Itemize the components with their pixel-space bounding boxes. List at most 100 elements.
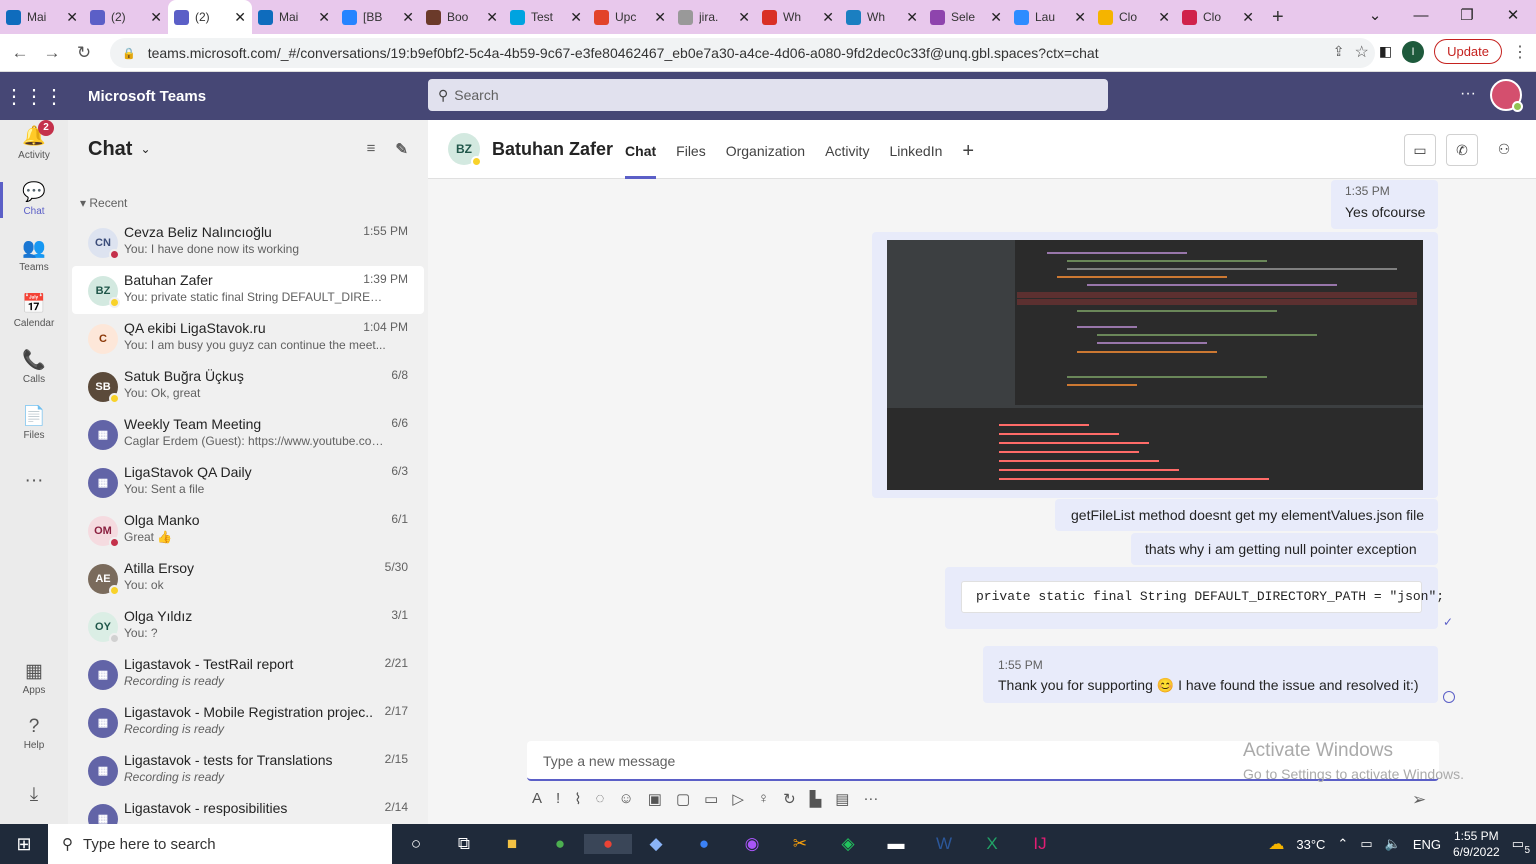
browser-menu-icon[interactable]: ⋮ (1512, 42, 1528, 62)
people-icon[interactable]: ⚇ (1488, 134, 1520, 166)
browser-tab[interactable]: Clo ✕ (1092, 0, 1176, 34)
chat-list-item[interactable]: BZ Batuhan Zafer You: private static final… (72, 266, 424, 314)
close-tab-icon[interactable]: ✕ (66, 9, 78, 26)
chat-list-item[interactable]: ▦ Ligastavok - TestRail report Recording i… (72, 650, 424, 698)
message-bubble[interactable]: 1:55 PM Thank you for supporting 😊 I hav… (983, 646, 1438, 703)
browser-tab[interactable]: [BB ✕ (336, 0, 420, 34)
browser-tab[interactable]: (2) ✕ (168, 0, 252, 34)
code-screenshot-image[interactable] (887, 240, 1423, 490)
close-tab-icon[interactable]: ✕ (654, 9, 666, 26)
chat-list-item[interactable]: ▦ Ligastavok - tests for Translations Reco… (72, 746, 424, 794)
gif-icon[interactable]: ▣ (648, 790, 662, 808)
tab-files[interactable]: Files (676, 120, 706, 179)
chat-list-item[interactable]: OM Olga Manko Great 👍 6/1 (72, 506, 424, 554)
notification-icon[interactable]: ▭ 5 (1512, 836, 1530, 856)
taskbar-search-input[interactable]: ⚲ Type here to search (48, 824, 392, 864)
emoji-icon[interactable]: ☺ (618, 790, 633, 808)
browser-tab[interactable]: Mai ✕ (0, 0, 84, 34)
update-button[interactable]: Update (1434, 39, 1502, 64)
chrome-icon[interactable]: ● (536, 834, 584, 854)
meet-now-icon[interactable]: ▭ (704, 790, 718, 808)
rail-item-apps[interactable]: ▦ Apps (0, 660, 68, 696)
browser-tab[interactable]: Mai ✕ (252, 0, 336, 34)
browser-tab[interactable]: Wh ✕ (840, 0, 924, 34)
new-chat-icon[interactable]: ✎ (395, 140, 408, 158)
share-icon[interactable]: ⇪ (1333, 43, 1345, 60)
format-icon[interactable]: A (532, 790, 542, 808)
code-message-bubble[interactable]: private static final String DEFAULT_DIRE… (945, 567, 1444, 629)
approvals-icon[interactable]: ▙ (810, 790, 822, 808)
rail-item-files[interactable]: 📄 Files (0, 404, 68, 441)
close-tab-icon[interactable]: ✕ (318, 9, 330, 26)
back-icon[interactable]: ← (4, 43, 36, 63)
forward-icon[interactable]: → (36, 43, 68, 63)
browser-tab[interactable]: jira. ✕ (672, 0, 756, 34)
terminal-icon[interactable]: ▬ (872, 834, 920, 854)
chat-list-item[interactable]: ▦ Ligastavok - resposibilities 2/14 (72, 794, 424, 824)
chrome-active-icon[interactable]: ● (584, 834, 632, 854)
close-tab-icon[interactable]: ✕ (1158, 9, 1170, 26)
clock[interactable]: 1:55 PM 6/9/2022 (1453, 828, 1500, 860)
tray-chevron-icon[interactable]: ⌃ (1337, 836, 1348, 852)
rail-item-calls[interactable]: 📞 Calls (0, 348, 68, 385)
attach-icon[interactable]: ⌇ (574, 790, 581, 808)
message-bubble[interactable]: getFileList method doesnt get my element… (1055, 499, 1438, 531)
star-icon[interactable]: ☆ (1355, 42, 1369, 62)
sticker-icon[interactable]: ▢ (676, 790, 690, 808)
more-options-icon[interactable]: ··· (1460, 85, 1476, 103)
more-actions-icon[interactable]: ··· (863, 790, 878, 808)
chat-list-title[interactable]: Chat (88, 138, 132, 161)
rail-item-help[interactable]: ? Help (0, 716, 68, 751)
search-input[interactable]: ⚲ Search (428, 79, 1108, 111)
close-tab-icon[interactable]: ✕ (822, 9, 834, 26)
chat-list-item[interactable]: CN Cevza Beliz Nalıncıoğlu You: I have don… (72, 218, 424, 266)
loop-icon[interactable]: ◌ (596, 790, 605, 808)
contact-avatar[interactable]: BZ (448, 133, 482, 167)
snip-icon[interactable]: ✂ (776, 834, 824, 854)
user-avatar[interactable] (1490, 79, 1523, 112)
recent-section-header[interactable]: ▾ Recent (68, 178, 428, 218)
browser-tab[interactable]: Wh ✕ (756, 0, 840, 34)
url-field[interactable]: 🔒 teams.microsoft.com/_#/conversations/1… (110, 38, 1375, 68)
profile-avatar[interactable]: I (1402, 40, 1425, 63)
browser-tab[interactable]: Boo ✕ (420, 0, 504, 34)
forms-icon[interactable]: ▤ (835, 790, 849, 808)
tab-linkedin[interactable]: LinkedIn (889, 120, 942, 179)
tab-search-icon[interactable]: ⌄ (1352, 0, 1398, 34)
chevron-down-icon[interactable]: ⌄ (140, 142, 150, 156)
tab-chat[interactable]: Chat (625, 120, 657, 179)
sidepanel-icon[interactable]: ◧ (1379, 43, 1392, 60)
tab-activity[interactable]: Activity (825, 120, 869, 179)
close-tab-icon[interactable]: ✕ (402, 9, 414, 26)
cortana-icon[interactable]: ○ (392, 834, 440, 854)
close-tab-icon[interactable]: ✕ (486, 9, 498, 26)
reload-icon[interactable]: ↻ (68, 43, 100, 63)
edge-icon[interactable]: ● (680, 834, 728, 854)
rail-item-activity[interactable]: 🔔 Activity 2 (0, 120, 68, 161)
browser-tab[interactable]: Test ✕ (504, 0, 588, 34)
tab-organization[interactable]: Organization (726, 120, 805, 179)
chat-list-item[interactable]: OY Olga Yıldız You: ? 3/1 (72, 602, 424, 650)
chat-list-item[interactable]: C QA ekibi LigaStavok.ru You: I am busy yo… (72, 314, 424, 362)
rail-item-teams[interactable]: 👥 Teams (0, 236, 68, 273)
close-tab-icon[interactable]: ✕ (234, 9, 246, 26)
important-icon[interactable]: ! (556, 790, 560, 808)
excel-icon[interactable]: X (968, 834, 1016, 854)
word-icon[interactable]: W (920, 834, 968, 854)
chat-list-item[interactable]: ▦ Weekly Team Meeting Caglar Erdem (Guest)… (72, 410, 424, 458)
restore-icon[interactable]: ❐ (1444, 0, 1490, 34)
language-indicator[interactable]: ENG (1413, 837, 1441, 852)
browser-tab[interactable]: Upc ✕ (588, 0, 672, 34)
task-view-icon[interactable]: ⧉ (440, 834, 488, 854)
schedule-icon[interactable]: ▷ (732, 790, 744, 808)
browser-tab[interactable]: Sele ✕ (924, 0, 1008, 34)
intellij-icon[interactable]: IJ (1016, 834, 1064, 854)
message-bubble[interactable]: 1:35 PM Yes ofcourse (1331, 180, 1438, 229)
refresh-icon[interactable]: ↻ (783, 790, 796, 808)
chat-list-item[interactable]: SB Satuk Buğra Üçkuş You: Ok, great 6/8 (72, 362, 424, 410)
minimize-icon[interactable]: — (1398, 0, 1444, 34)
notes-icon[interactable]: ◆ (632, 834, 680, 854)
browser-tab[interactable]: Clo ✕ (1176, 0, 1260, 34)
app-icon[interactable]: ◉ (728, 834, 776, 854)
rail-item-chat[interactable]: 💬 Chat (0, 180, 68, 218)
